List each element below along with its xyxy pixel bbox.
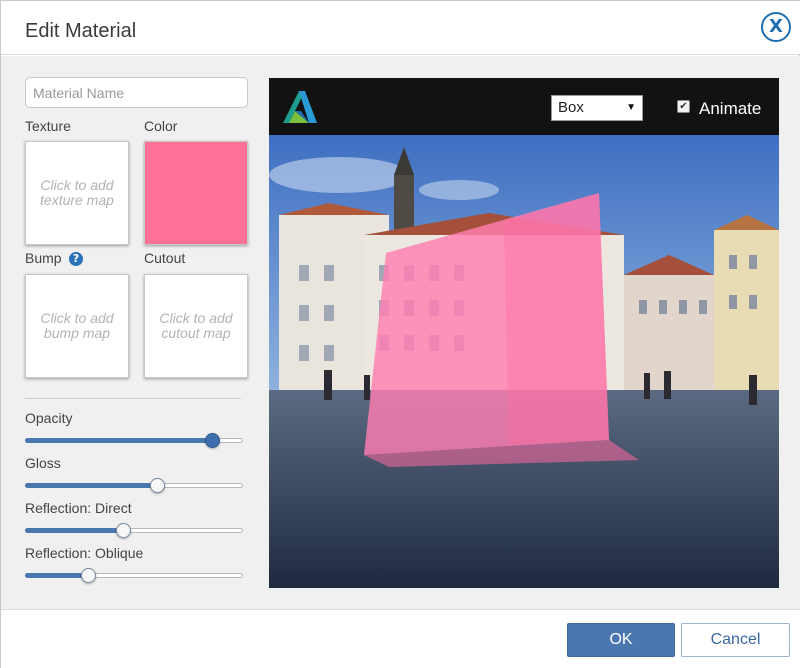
gloss-label: Gloss (25, 455, 61, 471)
dialog-footer: OK Cancel (1, 609, 800, 668)
reflection-direct-label: Reflection: Direct (25, 500, 132, 516)
slider-fill (25, 528, 123, 533)
preview-scene (269, 135, 779, 588)
color-swatch[interactable] (144, 141, 248, 245)
slider-fill (25, 483, 157, 488)
dropdown-arrow-icon: ▼ (626, 102, 636, 113)
reflection-oblique-label: Reflection: Oblique (25, 545, 144, 561)
cancel-button[interactable]: Cancel (681, 623, 790, 657)
ok-button[interactable]: OK (567, 623, 675, 657)
section-divider (25, 398, 241, 399)
shape-select[interactable]: Box ▼ (551, 95, 643, 121)
autodesk-logo-icon (283, 91, 317, 123)
texture-map-hint: Click to add texture map (40, 177, 114, 208)
texture-label: Texture (25, 118, 71, 134)
material-name-input[interactable] (25, 77, 248, 108)
slider-fill (25, 573, 88, 578)
opacity-slider[interactable] (25, 431, 243, 449)
dialog-title: Edit Material (25, 20, 137, 42)
slider-thumb[interactable] (81, 568, 96, 583)
dialog-content: Texture Color Click to add texture map B… (1, 56, 800, 609)
cutout-label: Cutout (144, 250, 186, 266)
slider-fill (25, 438, 212, 443)
texture-map-dropzone[interactable]: Click to add texture map (25, 141, 129, 245)
cutout-map-hint: Click to add cutout map (159, 310, 233, 341)
bump-map-hint: Click to add bump map (40, 310, 114, 341)
slider-thumb[interactable] (150, 478, 165, 493)
reflection-direct-slider[interactable] (25, 521, 243, 539)
animate-checkbox[interactable]: ✔ (677, 100, 690, 113)
slider-thumb[interactable] (205, 433, 220, 448)
dialog-titlebar: Edit Material X (1, 1, 800, 55)
bump-map-dropzone[interactable]: Click to add bump map (25, 274, 129, 378)
reflection-oblique-slider[interactable] (25, 566, 243, 584)
edit-material-dialog: Edit Material X Texture Color Click to a… (0, 0, 800, 668)
gloss-slider[interactable] (25, 476, 243, 494)
cutout-map-dropzone[interactable]: Click to add cutout map (144, 274, 248, 378)
material-preview[interactable]: Box ▼ ✔ Animate (269, 78, 779, 588)
close-icon: X (769, 16, 783, 37)
preview-toolbar: Box ▼ ✔ Animate (269, 78, 779, 135)
close-button[interactable]: X (761, 12, 791, 42)
shape-select-value: Box (558, 99, 584, 116)
color-label: Color (144, 118, 178, 134)
animate-label: Animate (699, 99, 762, 118)
help-icon[interactable]: ? (69, 252, 83, 266)
slider-thumb[interactable] (116, 523, 131, 538)
bump-label: Bump (25, 250, 62, 266)
opacity-label: Opacity (25, 410, 73, 426)
